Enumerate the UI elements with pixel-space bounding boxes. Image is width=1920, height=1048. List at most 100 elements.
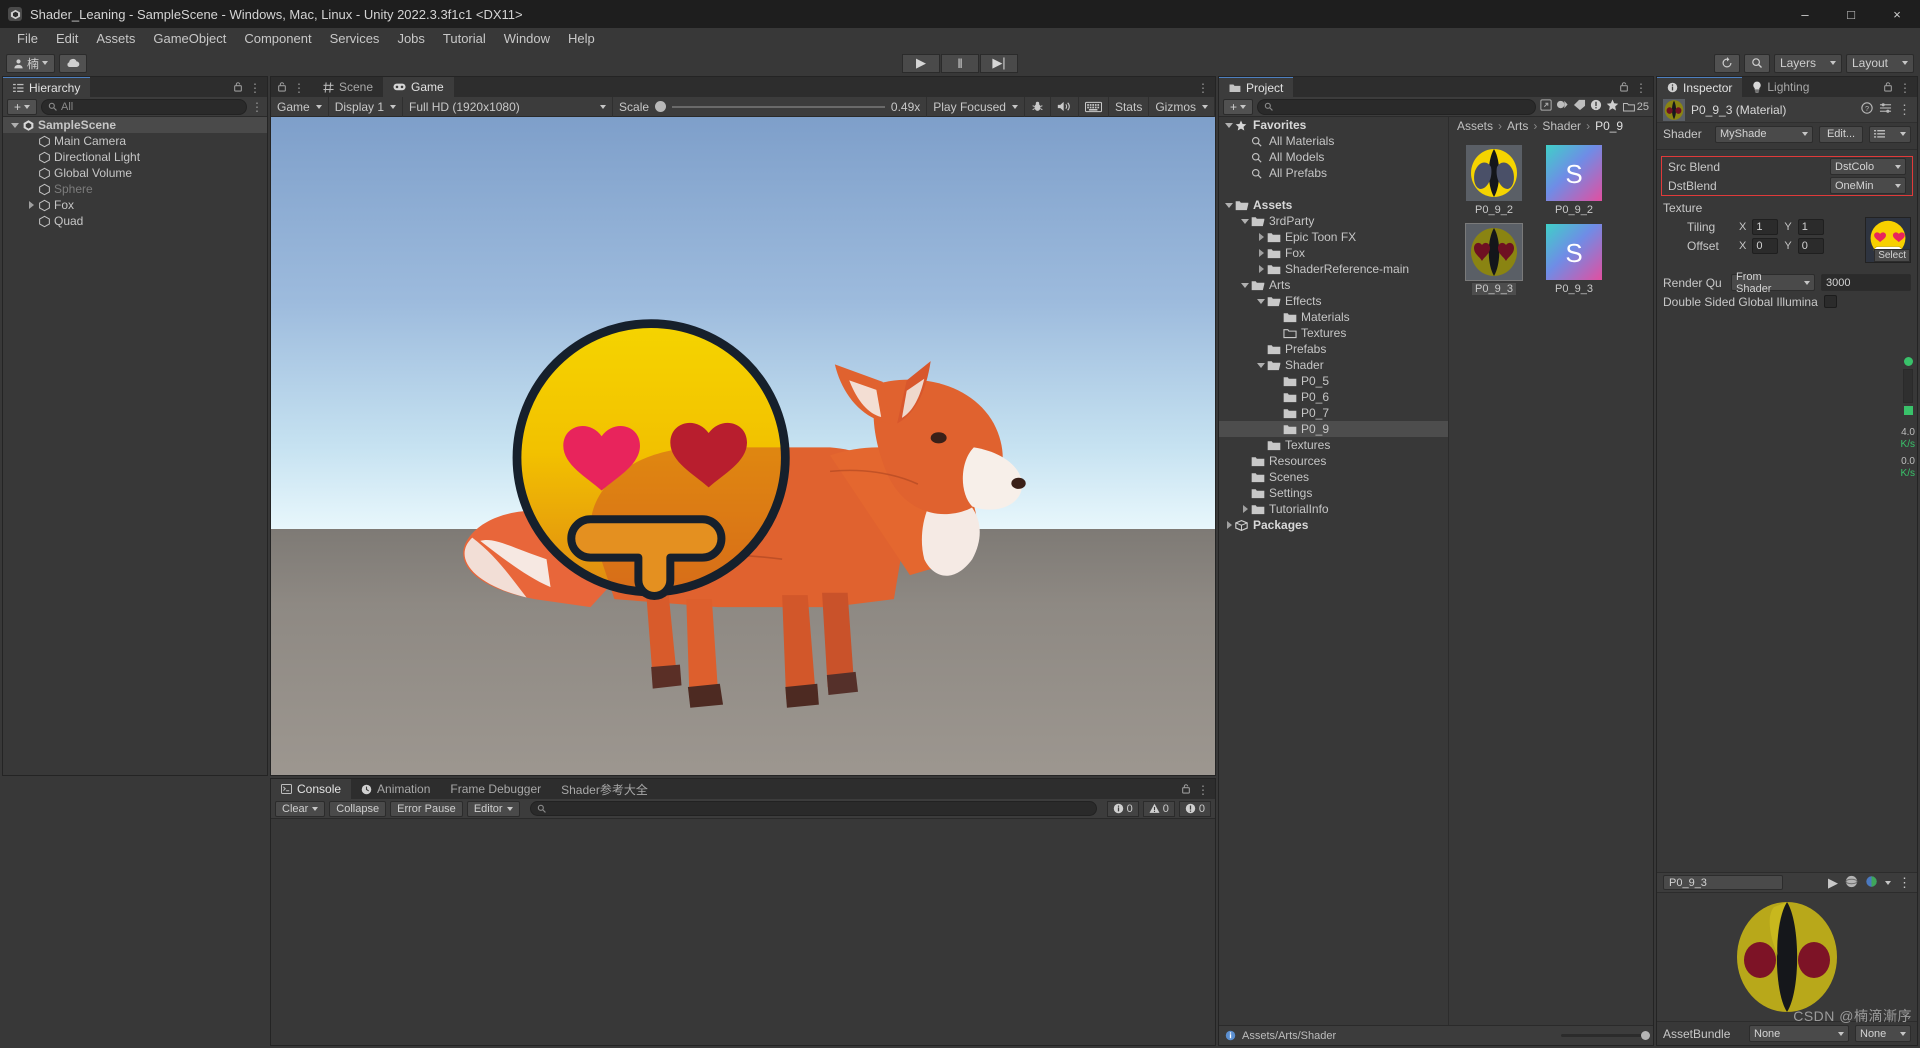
bug-toggle[interactable] [1025,96,1051,117]
chevron-right-icon[interactable] [1223,521,1235,529]
breadcrumb-item-p0_9[interactable]: P0_9 [1595,119,1623,133]
hierarchy-item-sphere[interactable]: Sphere [3,181,267,197]
pause-button[interactable]: ‖ [941,53,979,73]
hierarchy-item-directional-light[interactable]: Directional Light [3,149,267,165]
maximize-button[interactable]: □ [1828,0,1874,28]
game-viewport[interactable] [271,117,1215,775]
project-tree-item-p0-7[interactable]: P0_7 [1219,405,1448,421]
project-tree-item-shader[interactable]: Shader [1219,357,1448,373]
step-button[interactable]: ▶| [980,53,1018,73]
project-tree-item-shaderreference-main[interactable]: ShaderReference-main [1219,261,1448,277]
offset-y-input[interactable]: 0 [1797,237,1824,254]
menu-item-help[interactable]: Help [559,28,604,50]
game-mode-dropdown[interactable]: Game [271,96,329,117]
tab-shader参考大全[interactable]: Shader参考大全 [551,779,658,799]
tab-inspector[interactable]: Inspector [1657,77,1743,97]
project-tree-item-arts[interactable]: Arts [1219,277,1448,293]
hierarchy-overflow-icon[interactable]: ⋮ [251,100,263,114]
project-tree[interactable]: Favorites All Materials All Models All Pref… [1219,117,1449,1025]
chevron-right-icon[interactable] [1255,265,1267,273]
project-add-button[interactable]: + [1223,98,1254,115]
texture-thumbnail[interactable]: Select [1865,217,1911,263]
more-menu-icon[interactable]: ⋮ [1197,783,1209,797]
tab-hierarchy[interactable]: Hierarchy [3,77,91,97]
project-tree-item-assets[interactable]: Assets [1219,197,1448,213]
asset-item[interactable]: P0_9_3 [1463,223,1525,295]
breadcrumb-item-arts[interactable]: Arts [1507,119,1528,133]
project-tree-item-p0-9[interactable]: P0_9 [1219,421,1448,437]
asset-thumbnail-texture-eye-yellow[interactable] [1466,145,1522,201]
tab-scene[interactable]: Scene [313,77,384,97]
property-dropdown-src-blend[interactable]: DstColo [1830,158,1906,175]
log-count[interactable]: 0 [1106,800,1139,817]
shader-preset-dropdown[interactable] [1869,125,1911,143]
console-log-area[interactable] [271,819,1215,1045]
more-menu-icon[interactable]: ⋮ [1635,81,1647,95]
chevron-down-icon[interactable] [1255,298,1267,304]
tab-game[interactable]: Game [383,77,454,97]
project-search-input[interactable] [1257,98,1536,115]
project-tree-item-materials[interactable]: Materials [1219,309,1448,325]
lock-icon[interactable] [1883,81,1893,95]
project-tree-item-all-models[interactable]: All Models [1219,149,1448,165]
shader-dropdown[interactable]: MyShade [1715,125,1813,143]
tab-frame-debugger[interactable]: Frame Debugger [440,779,552,799]
asset-thumbnail-texture-eye-heart[interactable] [1465,223,1523,281]
chevron-down-icon[interactable] [1239,218,1251,224]
asset-thumbnail-shader[interactable]: S [1546,145,1602,201]
filter-label-icon[interactable] [1573,99,1586,114]
hierarchy-search-input[interactable]: All [41,98,247,115]
warning-count[interactable]: 0 [1142,800,1175,817]
project-tree-item-prefabs[interactable]: Prefabs [1219,341,1448,357]
play-button[interactable]: ▶ [902,53,940,73]
lock-icon[interactable] [1619,81,1629,95]
hierarchy-item-quad[interactable]: Quad [3,213,267,229]
hierarchy-item-samplescene[interactable]: SampleScene [3,117,267,133]
project-tree-item-packages[interactable]: Packages [1219,517,1448,533]
hierarchy-list[interactable]: SampleScene Main Camera Directional Light G… [3,117,267,775]
console-search-input[interactable] [529,801,1097,816]
cloud-button[interactable] [59,53,88,73]
breadcrumb-item-shader[interactable]: Shader [1542,119,1581,133]
more-menu-icon[interactable]: ⋮ [1898,102,1911,118]
project-tree-item-favorites[interactable]: Favorites [1219,117,1448,133]
project-tree-item-resources[interactable]: Resources [1219,453,1448,469]
project-tree-item-scenes[interactable]: Scenes [1219,469,1448,485]
preview-sphere-icon[interactable] [1845,875,1858,891]
preview-stage[interactable] [1657,893,1917,1021]
menu-item-edit[interactable]: Edit [47,28,87,50]
chevron-right-icon[interactable] [1255,249,1267,257]
project-tree-item-textures[interactable]: Textures [1219,325,1448,341]
project-tree-item-tutorialinfo[interactable]: TutorialInfo [1219,501,1448,517]
lock-icon[interactable] [277,81,287,95]
chevron-right-icon[interactable] [1255,233,1267,241]
preview-play-icon[interactable]: ▶ [1828,875,1838,891]
chevron-down-icon[interactable] [1239,282,1251,288]
tiling-x-input[interactable]: 1 [1752,218,1779,235]
project-tree-item-textures[interactable]: Textures [1219,437,1448,453]
resolution-dropdown[interactable]: Full HD (1920x1080) [403,96,614,117]
project-tree-item-3rdparty[interactable]: 3rdParty [1219,213,1448,229]
menu-item-tutorial[interactable]: Tutorial [434,28,495,50]
chevron-down-icon[interactable] [1255,362,1267,368]
hierarchy-item-global-volume[interactable]: Global Volume [3,165,267,181]
menu-item-jobs[interactable]: Jobs [388,28,433,50]
asset-item[interactable]: S P0_9_2 [1543,145,1605,216]
more-menu-icon[interactable]: ⋮ [1197,81,1209,95]
menu-item-services[interactable]: Services [321,28,389,50]
lock-icon[interactable] [233,81,243,95]
asset-thumbnail-shader[interactable]: S [1546,224,1602,280]
breadcrumb[interactable]: Assets › Arts › Shader › P0_9 [1449,117,1653,135]
info-icon[interactable] [1590,99,1602,114]
more-menu-icon[interactable]: ⋮ [249,81,261,95]
project-tree-item-p0-5[interactable]: P0_5 [1219,373,1448,389]
hierarchy-item-fox[interactable]: Fox [3,197,267,213]
keyboard-toggle[interactable] [1079,96,1109,117]
offset-x-input[interactable]: 0 [1752,237,1779,254]
assetbundle-variant-dropdown[interactable]: None [1855,1025,1911,1042]
more-menu-icon[interactable]: ⋮ [1899,81,1911,95]
collapse-toggle[interactable]: Collapse [329,800,387,817]
undo-history-button[interactable] [1713,53,1740,73]
tab-project[interactable]: Project [1219,77,1294,97]
scale-slider-group[interactable]: Scale 0.49x [613,96,928,117]
